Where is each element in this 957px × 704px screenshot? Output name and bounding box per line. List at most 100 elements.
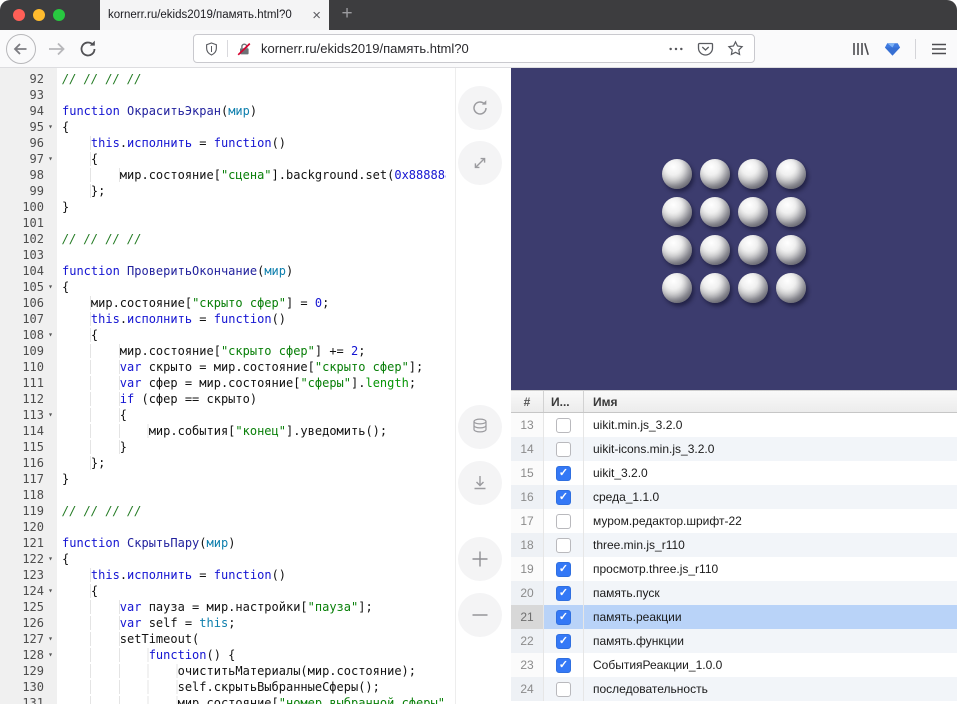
- bookmark-star-icon[interactable]: [727, 40, 744, 57]
- sphere[interactable]: [662, 273, 692, 303]
- url-bar[interactable]: kornerr.ru/ekids2019/память.html?0: [193, 34, 755, 63]
- code-line[interactable]: 127▾ setTimeout(: [0, 631, 446, 647]
- page-actions-dots-icon[interactable]: [668, 41, 684, 57]
- new-tab-button[interactable]: +: [333, 0, 361, 30]
- table-row[interactable]: 18three.min.js_r110: [511, 533, 957, 557]
- sphere[interactable]: [700, 197, 730, 227]
- file-name[interactable]: uikit_3.2.0: [584, 461, 957, 485]
- code-line[interactable]: 130 self.скрытьВыбранныеСферы();: [0, 679, 446, 695]
- code-line[interactable]: 126 var self = this;: [0, 615, 446, 631]
- code-line[interactable]: 125 var пауза = мир.настройки["пауза"];: [0, 599, 446, 615]
- checkbox-checked[interactable]: ✓: [556, 658, 571, 673]
- code-line[interactable]: 114 мир.события["конец"].уведомить();: [0, 423, 446, 439]
- file-name[interactable]: память.пуск: [584, 581, 957, 605]
- fold-arrow-icon[interactable]: ▾: [44, 407, 57, 423]
- code-line[interactable]: 129 очиститьМатериалы(мир.состояние);: [0, 663, 446, 679]
- table-row[interactable]: 22✓память.функции: [511, 629, 957, 653]
- code-line[interactable]: 128▾ function() {: [0, 647, 446, 663]
- code-line[interactable]: 112 if (сфер == скрыто): [0, 391, 446, 407]
- checkbox-checked[interactable]: ✓: [556, 586, 571, 601]
- sphere[interactable]: [738, 235, 768, 265]
- fold-arrow-icon[interactable]: ▾: [44, 583, 57, 599]
- expand-button[interactable]: [458, 141, 502, 185]
- fold-arrow-icon[interactable]: ▾: [44, 119, 57, 135]
- code-line[interactable]: 97▾ {: [0, 151, 446, 167]
- file-name[interactable]: просмотр.three.js_r110: [584, 557, 957, 581]
- table-row[interactable]: 14uikit-icons.min.js_3.2.0: [511, 437, 957, 461]
- code-line[interactable]: 105▾{: [0, 279, 446, 295]
- checkbox-unchecked[interactable]: [556, 514, 571, 529]
- reload-button[interactable]: [76, 30, 100, 67]
- close-window-button[interactable]: [13, 9, 25, 21]
- zoom-window-button[interactable]: [53, 9, 65, 21]
- fold-arrow-icon[interactable]: ▾: [44, 551, 57, 567]
- code-line[interactable]: 110 var скрыто = мир.состояние["скрыто с…: [0, 359, 446, 375]
- sphere[interactable]: [738, 273, 768, 303]
- code-line[interactable]: 113▾ {: [0, 407, 446, 423]
- code-line[interactable]: 123 this.исполнить = function(): [0, 567, 446, 583]
- checkbox-unchecked[interactable]: [556, 418, 571, 433]
- zoom-in-button[interactable]: [458, 537, 502, 581]
- file-name[interactable]: СобытияРеакции_1.0.0: [584, 653, 957, 677]
- checkbox-checked[interactable]: ✓: [556, 466, 571, 481]
- table-row[interactable]: 19✓просмотр.three.js_r110: [511, 557, 957, 581]
- code-line[interactable]: 118: [0, 487, 446, 503]
- sphere[interactable]: [700, 273, 730, 303]
- checkbox-checked[interactable]: ✓: [556, 610, 571, 625]
- code-line[interactable]: 103: [0, 247, 446, 263]
- file-name[interactable]: последовательность: [584, 677, 957, 701]
- sphere[interactable]: [662, 197, 692, 227]
- code-line[interactable]: 100 }: [0, 199, 446, 215]
- code-line[interactable]: 102 // // // //: [0, 231, 446, 247]
- code-line[interactable]: 104 function ПроверитьОкончание(мир): [0, 263, 446, 279]
- fold-arrow-icon[interactable]: ▾: [44, 279, 57, 295]
- code-line[interactable]: 122▾{: [0, 551, 446, 567]
- file-name[interactable]: uikit-icons.min.js_3.2.0: [584, 437, 957, 461]
- zoom-out-button[interactable]: [458, 593, 502, 637]
- forward-button[interactable]: [45, 30, 69, 67]
- table-row[interactable]: 24последовательность: [511, 677, 957, 701]
- url-text[interactable]: kornerr.ru/ekids2019/память.html?0: [261, 41, 660, 56]
- code-line[interactable]: 94 function ОкраситьЭкран(мир): [0, 103, 446, 119]
- sphere[interactable]: [776, 235, 806, 265]
- code-line[interactable]: 92 // // // //: [0, 71, 446, 87]
- sphere[interactable]: [776, 273, 806, 303]
- code-line[interactable]: 119 // // // //: [0, 503, 446, 519]
- checkbox-unchecked[interactable]: [556, 682, 571, 697]
- pocket-icon[interactable]: [697, 40, 714, 57]
- sphere[interactable]: [700, 235, 730, 265]
- sphere[interactable]: [776, 159, 806, 189]
- minimize-window-button[interactable]: [33, 9, 45, 21]
- code-line[interactable]: 106 мир.состояние["скрыто сфер"] = 0;: [0, 295, 446, 311]
- table-row[interactable]: 15✓uikit_3.2.0: [511, 461, 957, 485]
- sphere[interactable]: [700, 159, 730, 189]
- sphere[interactable]: [738, 197, 768, 227]
- file-name[interactable]: three.min.js_r110: [584, 533, 957, 557]
- code-line[interactable]: 131 мир.состояние["номер выбранной сферы…: [0, 695, 446, 704]
- file-name[interactable]: среда_1.1.0: [584, 485, 957, 509]
- code-line[interactable]: 107 this.исполнить = function(): [0, 311, 446, 327]
- fold-arrow-icon[interactable]: ▾: [44, 647, 57, 663]
- gem-extension-icon[interactable]: [883, 39, 902, 58]
- checkbox-checked[interactable]: ✓: [556, 490, 571, 505]
- library-icon[interactable]: [850, 39, 870, 59]
- back-button[interactable]: [5, 30, 37, 67]
- tab-close-icon[interactable]: ×: [312, 8, 321, 23]
- code-line[interactable]: 116 };: [0, 455, 446, 471]
- sphere[interactable]: [662, 159, 692, 189]
- sphere[interactable]: [662, 235, 692, 265]
- code-editor[interactable]: 92 // // // //93 94 function ОкраситьЭкр…: [0, 68, 446, 704]
- code-line[interactable]: 111 var сфер = мир.состояние["сферы"].le…: [0, 375, 446, 391]
- table-row[interactable]: 16✓среда_1.1.0: [511, 485, 957, 509]
- code-line[interactable]: 96 this.исполнить = function(): [0, 135, 446, 151]
- sphere[interactable]: [776, 197, 806, 227]
- checkbox-unchecked[interactable]: [556, 538, 571, 553]
- table-row[interactable]: 17муром.редактор.шрифт-22: [511, 509, 957, 533]
- file-name[interactable]: память.функции: [584, 629, 957, 653]
- checkbox-unchecked[interactable]: [556, 442, 571, 457]
- code-line[interactable]: 99 };: [0, 183, 446, 199]
- sphere[interactable]: [738, 159, 768, 189]
- code-line[interactable]: 121 function СкрытьПару(мир): [0, 535, 446, 551]
- three-js-viewport[interactable]: [511, 68, 957, 390]
- download-button[interactable]: [458, 461, 502, 505]
